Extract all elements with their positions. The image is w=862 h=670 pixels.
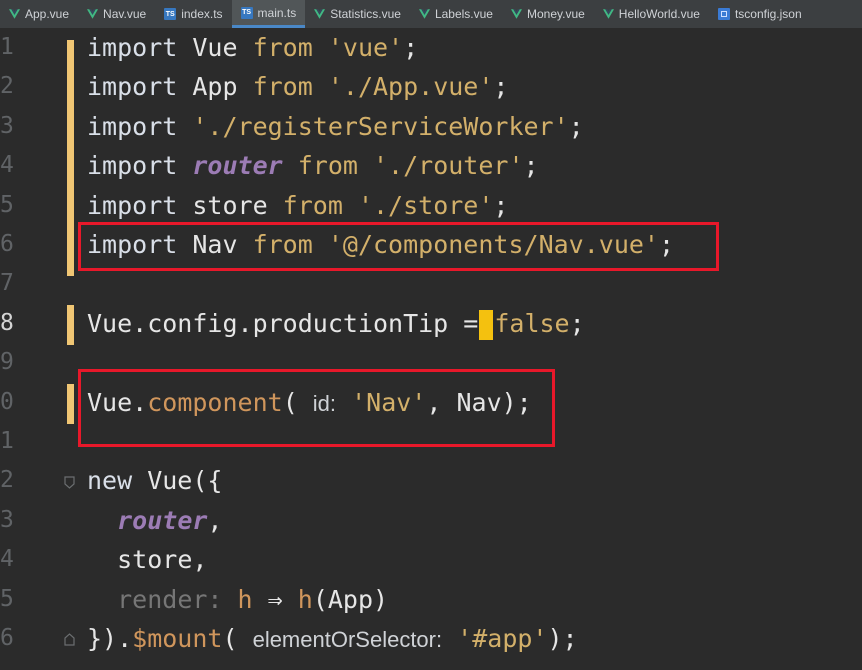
line-number: 3 — [0, 506, 14, 533]
code-line-3: import './registerServiceWorker'; — [87, 111, 584, 141]
code-line-16: }).$mount( elementOrSelector: '#app'); — [87, 624, 578, 653]
json-icon — [717, 8, 730, 20]
code-editor[interactable]: import Vue from 'vue'; import App from '… — [82, 28, 862, 670]
vue-icon — [9, 9, 20, 19]
tab-label: main.ts — [257, 5, 297, 20]
tab-money-vue[interactable]: Money.vue — [502, 0, 594, 28]
tab-tsconfig-json[interactable]: tsconfig.json — [709, 0, 811, 28]
ts-icon: TS — [240, 6, 253, 19]
code-line-5: import store from './store'; — [87, 190, 509, 220]
editor-tab-bar: App.vue Nav.vue TS index.ts TS main.ts Statist… — [0, 0, 862, 29]
vue-icon — [418, 9, 430, 19]
tab-labels-vue[interactable]: Labels.vue — [410, 0, 502, 28]
vcs-change-marker[interactable] — [67, 305, 74, 345]
line-number: 1 — [0, 34, 14, 60]
line-number: 9 — [0, 349, 14, 376]
vue-icon — [87, 9, 99, 19]
ts-icon: TS — [164, 8, 177, 20]
vue-icon — [314, 9, 326, 19]
vcs-change-marker[interactable] — [67, 40, 74, 276]
line-number: 2 — [0, 467, 14, 494]
highlight-box-import-nav — [78, 222, 719, 271]
line-number: 6 — [0, 231, 14, 257]
line-number: 4 — [0, 546, 14, 573]
code-line-15: render: h ⇒ h(App) — [117, 584, 389, 614]
code-line-14: store, — [117, 545, 208, 575]
tab-app-vue[interactable]: App.vue — [0, 0, 78, 28]
highlight-box-vue-component — [78, 369, 555, 447]
code-line-13: router, — [117, 505, 223, 535]
tab-label: Nav.vue — [103, 7, 147, 21]
fold-icon[interactable] — [64, 632, 75, 646]
code-line-2: import App from './App.vue'; — [87, 72, 509, 102]
code-line-8: Vue.config.productionTip = false; — [87, 308, 585, 340]
fold-icon[interactable] — [64, 476, 75, 490]
line-number: 4 — [0, 152, 14, 179]
tab-label: Labels.vue — [434, 7, 493, 21]
line-number: 1 — [0, 428, 14, 454]
line-number: 7 — [0, 270, 14, 297]
code-line-4: import router from './router'; — [87, 151, 539, 181]
tab-main-ts[interactable]: TS main.ts — [231, 0, 306, 28]
parameter-hint: elementOrSelector: — [252, 627, 443, 652]
tab-helloworld-vue[interactable]: HelloWorld.vue — [594, 0, 709, 28]
line-number: 6 — [0, 625, 14, 651]
tab-nav-vue[interactable]: Nav.vue — [78, 0, 155, 28]
tab-label: tsconfig.json — [734, 7, 802, 21]
code-line-1: import Vue from 'vue'; — [87, 33, 419, 62]
vue-icon — [510, 9, 522, 19]
line-number-gutter: 1 2 3 4 5 6 7 8 9 0 1 2 3 4 5 6 — [0, 28, 60, 670]
line-number: 5 — [0, 585, 14, 612]
line-number: 0 — [0, 388, 14, 415]
vue-icon — [602, 9, 614, 19]
text-cursor — [479, 309, 494, 340]
line-number: 8 — [0, 309, 14, 336]
tab-label: HelloWorld.vue — [618, 7, 700, 21]
tab-label: Money.vue — [526, 7, 585, 21]
line-number: 2 — [0, 73, 14, 100]
tab-label: App.vue — [25, 7, 70, 21]
vcs-change-marker[interactable] — [67, 384, 74, 424]
line-number: 3 — [0, 112, 14, 139]
tab-statistics-vue[interactable]: Statistics.vue — [305, 0, 410, 28]
line-number: 5 — [0, 191, 14, 218]
tab-index-ts[interactable]: TS index.ts — [155, 0, 231, 28]
tab-label: Statistics.vue — [330, 7, 401, 21]
tab-label: index.ts — [181, 7, 223, 21]
code-line-12: new Vue({ — [87, 466, 223, 496]
